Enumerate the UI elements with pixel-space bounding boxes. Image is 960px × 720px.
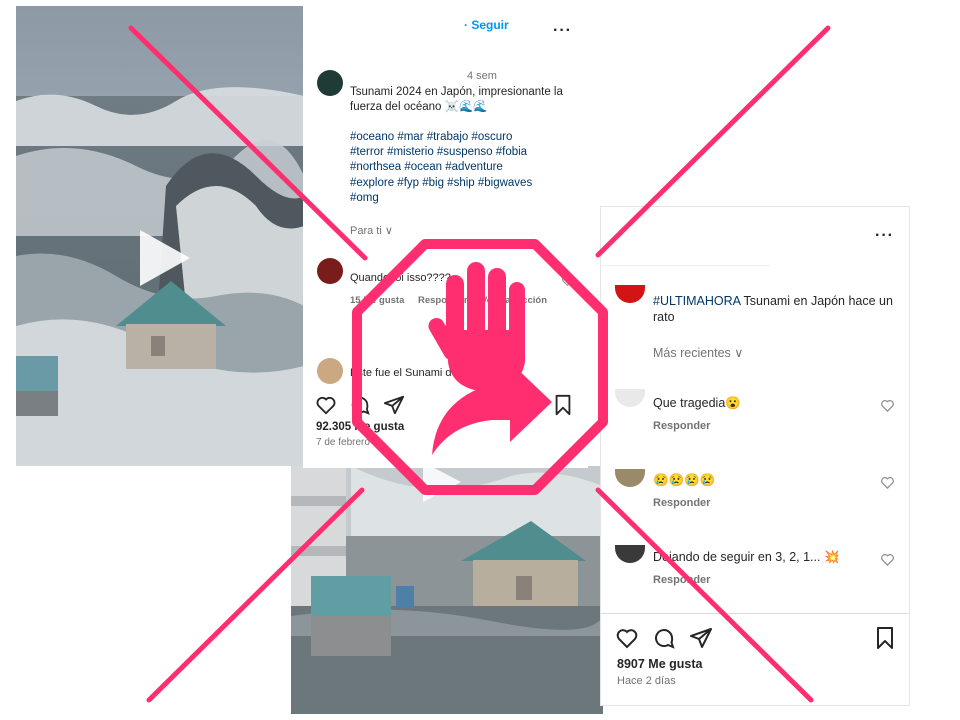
hashtag-list: #oceano #mar #trabajo #oscuro #terror #m… <box>350 130 585 206</box>
avatar[interactable] <box>615 469 645 487</box>
post-date: 7 de febrero <box>316 437 370 448</box>
see-translation-button[interactable]: Ver traducción <box>481 295 547 306</box>
heart-icon[interactable] <box>615 626 639 650</box>
divider <box>601 265 771 266</box>
comment-text: 😢😢😢😢 <box>653 473 716 487</box>
comment-heart-icon[interactable] <box>880 475 895 490</box>
comment-heart-icon[interactable] <box>880 398 895 413</box>
hashtag-line[interactable]: #oceano #mar #trabajo #oscuro <box>350 130 585 145</box>
hashtag-line[interactable]: #terror #misterio #suspenso #fobia <box>350 145 585 160</box>
comment-icon[interactable] <box>652 626 676 650</box>
share-icon[interactable] <box>383 394 405 416</box>
bookmark-icon[interactable] <box>553 394 573 416</box>
reply-button[interactable]: Responder <box>418 295 468 306</box>
video-frame-1[interactable] <box>16 6 304 466</box>
hashtag-line[interactable]: #explore #fyp #big #ship #bigwaves <box>350 176 585 191</box>
divider <box>601 613 909 614</box>
like-count[interactable]: 8907 Me gusta <box>617 657 702 671</box>
post-panel-1: · Seguir ··· 4 sem Tsunami 2024 en Japón… <box>303 6 588 468</box>
reply-button[interactable]: Responder <box>653 497 710 509</box>
post-date: Hace 2 días <box>617 675 676 687</box>
comment-heart-icon[interactable] <box>561 274 574 287</box>
hashtag-link[interactable]: #ULTIMAHORA <box>653 294 740 308</box>
bookmark-icon[interactable] <box>875 626 895 650</box>
post-time: 4 sem <box>467 70 497 82</box>
avatar[interactable] <box>615 389 645 407</box>
post-caption: #ULTIMAHORA Tsunami en Japón hace un rat… <box>653 293 898 325</box>
comment-icon[interactable] <box>349 394 371 416</box>
play-icon[interactable] <box>134 228 194 288</box>
hashtag-line[interactable]: #northsea #ocean #adventure <box>350 160 585 175</box>
play-icon-2[interactable] <box>419 466 463 504</box>
comment-likes[interactable]: 15 Me gusta <box>350 295 404 306</box>
share-icon[interactable] <box>689 626 713 650</box>
more-options-icon[interactable]: ··· <box>875 227 894 245</box>
more-options-icon[interactable]: ··· <box>553 22 572 40</box>
avatar[interactable] <box>615 285 645 303</box>
like-count[interactable]: 92.305 Me gusta <box>316 421 404 433</box>
follow-button[interactable]: · Seguir <box>464 18 509 32</box>
comment-text: Que tragedia😮 <box>653 396 741 410</box>
sort-dropdown[interactable]: Más recientes ∨ <box>653 345 743 360</box>
comment-heart-icon[interactable] <box>880 552 895 567</box>
avatar[interactable] <box>615 545 645 563</box>
post-panel-2: ··· #ULTIMAHORA Tsunami en Japón hace un… <box>600 206 910 706</box>
reply-button[interactable]: Responder <box>653 420 710 432</box>
comment-text: Este fue el Sunami de Japón en el <box>350 367 518 379</box>
avatar[interactable] <box>317 258 343 284</box>
avatar[interactable] <box>317 358 343 384</box>
comment-text: Quando foi isso???? <box>350 272 451 284</box>
reply-button[interactable]: Responder <box>653 574 710 586</box>
para-ti-label[interactable]: Para ti ∨ <box>350 224 393 237</box>
video-frame-2[interactable] <box>291 466 603 714</box>
post-caption: Tsunami 2024 en Japón, impresionante la … <box>350 86 563 113</box>
avatar[interactable] <box>317 70 343 96</box>
hashtag-line[interactable]: #omg <box>350 191 585 206</box>
heart-icon[interactable] <box>315 394 337 416</box>
comment-text: Dejando de seguir en 3, 2, 1... 💥 <box>653 550 840 564</box>
